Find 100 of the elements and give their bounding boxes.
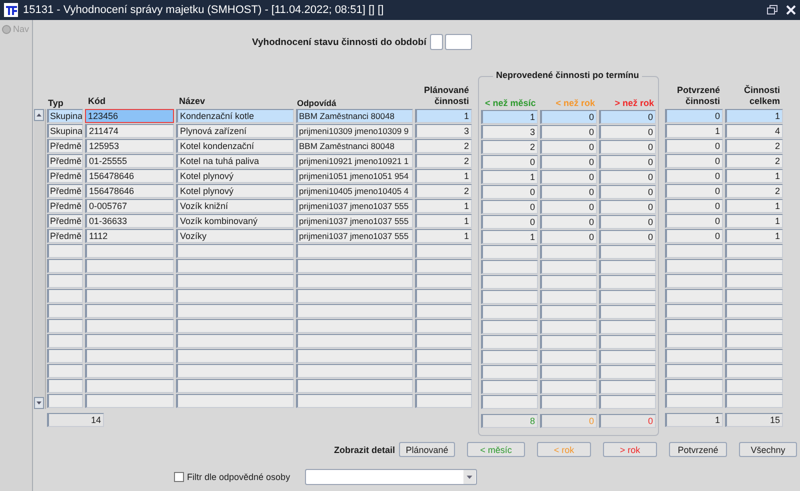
empty-cell[interactable] xyxy=(176,334,294,348)
empty-cell[interactable] xyxy=(47,259,83,273)
empty-cell[interactable] xyxy=(415,274,472,288)
empty-cell[interactable] xyxy=(665,274,723,288)
table-cell[interactable]: 0 xyxy=(540,155,597,169)
table-cell[interactable]: 0 xyxy=(599,155,656,169)
empty-cell[interactable] xyxy=(176,349,294,363)
table-cell[interactable]: 4 xyxy=(725,124,783,138)
empty-cell[interactable] xyxy=(47,394,83,408)
empty-cell[interactable] xyxy=(415,334,472,348)
table-cell[interactable]: 1 xyxy=(481,230,538,244)
table-cell[interactable]: 1 xyxy=(415,229,472,243)
empty-cell[interactable] xyxy=(599,260,656,274)
empty-cell[interactable] xyxy=(85,379,174,393)
table-cell[interactable]: 0 xyxy=(599,170,656,184)
empty-cell[interactable] xyxy=(725,334,783,348)
empty-cell[interactable] xyxy=(47,364,83,378)
empty-cell[interactable] xyxy=(599,320,656,334)
table-cell[interactable]: Předmě xyxy=(47,214,83,228)
empty-cell[interactable] xyxy=(85,364,174,378)
table-cell[interactable]: 0 xyxy=(665,109,723,123)
empty-cell[interactable] xyxy=(415,394,472,408)
empty-cell[interactable] xyxy=(540,305,597,319)
empty-cell[interactable] xyxy=(599,245,656,259)
table-cell[interactable]: Kotel na tuhá paliva xyxy=(176,154,294,168)
empty-cell[interactable] xyxy=(665,364,723,378)
table-cell[interactable]: Předmě xyxy=(47,169,83,183)
empty-cell[interactable] xyxy=(85,349,174,363)
empty-cell[interactable] xyxy=(665,289,723,303)
table-cell[interactable]: 0 xyxy=(599,185,656,199)
table-cell[interactable]: Vozík knižní xyxy=(176,199,294,213)
table-cell[interactable]: 1 xyxy=(725,169,783,183)
table-cell[interactable]: Vozík kombinovaný xyxy=(176,214,294,228)
empty-cell[interactable] xyxy=(176,259,294,273)
table-cell[interactable]: 0 xyxy=(599,140,656,154)
empty-cell[interactable] xyxy=(725,304,783,318)
table-cell[interactable]: 0 xyxy=(481,200,538,214)
empty-cell[interactable] xyxy=(665,304,723,318)
table-cell[interactable]: 0 xyxy=(665,229,723,243)
empty-cell[interactable] xyxy=(481,260,538,274)
empty-cell[interactable] xyxy=(296,304,413,318)
empty-cell[interactable] xyxy=(47,274,83,288)
table-cell[interactable]: 156478646 xyxy=(85,169,174,183)
table-cell[interactable]: 2 xyxy=(725,184,783,198)
table-cell[interactable]: Kotel plynový xyxy=(176,184,294,198)
table-cell[interactable]: 3 xyxy=(481,125,538,139)
empty-cell[interactable] xyxy=(540,275,597,289)
empty-cell[interactable] xyxy=(481,275,538,289)
detail-button[interactable]: Plánované xyxy=(399,442,456,457)
table-cell[interactable]: Kotel plynový xyxy=(176,169,294,183)
empty-cell[interactable] xyxy=(481,335,538,349)
empty-cell[interactable] xyxy=(665,349,723,363)
table-cell[interactable]: 211474 xyxy=(85,124,174,138)
empty-cell[interactable] xyxy=(176,364,294,378)
empty-cell[interactable] xyxy=(47,319,83,333)
empty-cell[interactable] xyxy=(540,260,597,274)
scroll-up-icon[interactable] xyxy=(34,109,44,121)
empty-cell[interactable] xyxy=(415,304,472,318)
table-cell[interactable]: 0 xyxy=(481,185,538,199)
empty-cell[interactable] xyxy=(85,259,174,273)
table-cell[interactable]: 1 xyxy=(415,109,472,123)
period-field[interactable] xyxy=(445,34,472,50)
empty-cell[interactable] xyxy=(725,274,783,288)
empty-cell[interactable] xyxy=(415,289,472,303)
table-cell[interactable]: 2 xyxy=(481,140,538,154)
table-cell[interactable]: 0 xyxy=(665,214,723,228)
empty-cell[interactable] xyxy=(725,349,783,363)
detail-button[interactable]: Potvrzené xyxy=(669,442,728,457)
empty-cell[interactable] xyxy=(540,335,597,349)
table-cell[interactable]: 0 xyxy=(481,155,538,169)
empty-cell[interactable] xyxy=(85,274,174,288)
empty-cell[interactable] xyxy=(665,334,723,348)
empty-cell[interactable] xyxy=(540,365,597,379)
table-cell[interactable]: 1 xyxy=(415,169,472,183)
scroll-down-icon[interactable] xyxy=(34,397,44,409)
table-cell[interactable]: 0 xyxy=(540,215,597,229)
table-cell[interactable]: 0 xyxy=(599,215,656,229)
table-cell[interactable]: 0 xyxy=(540,125,597,139)
empty-cell[interactable] xyxy=(415,319,472,333)
empty-cell[interactable] xyxy=(296,259,413,273)
table-cell[interactable]: 0 xyxy=(540,200,597,214)
table-cell[interactable]: 1 xyxy=(415,199,472,213)
empty-cell[interactable] xyxy=(665,394,723,408)
empty-cell[interactable] xyxy=(599,365,656,379)
empty-cell[interactable] xyxy=(481,350,538,364)
empty-cell[interactable] xyxy=(540,380,597,394)
table-cell[interactable]: 0 xyxy=(665,169,723,183)
empty-cell[interactable] xyxy=(176,244,294,258)
empty-cell[interactable] xyxy=(85,334,174,348)
empty-cell[interactable] xyxy=(540,320,597,334)
empty-cell[interactable] xyxy=(599,395,656,409)
table-cell[interactable]: Předmě xyxy=(47,229,83,243)
table-cell[interactable]: 01-25555 xyxy=(85,154,174,168)
table-cell[interactable]: prijmeni1037 jmeno1037 555 xyxy=(296,229,413,243)
empty-cell[interactable] xyxy=(599,335,656,349)
table-cell[interactable]: 2 xyxy=(415,154,472,168)
table-cell[interactable]: 0 xyxy=(540,110,597,124)
empty-cell[interactable] xyxy=(540,245,597,259)
empty-cell[interactable] xyxy=(85,394,174,408)
table-cell[interactable]: Kondenzační kotle xyxy=(176,109,294,123)
